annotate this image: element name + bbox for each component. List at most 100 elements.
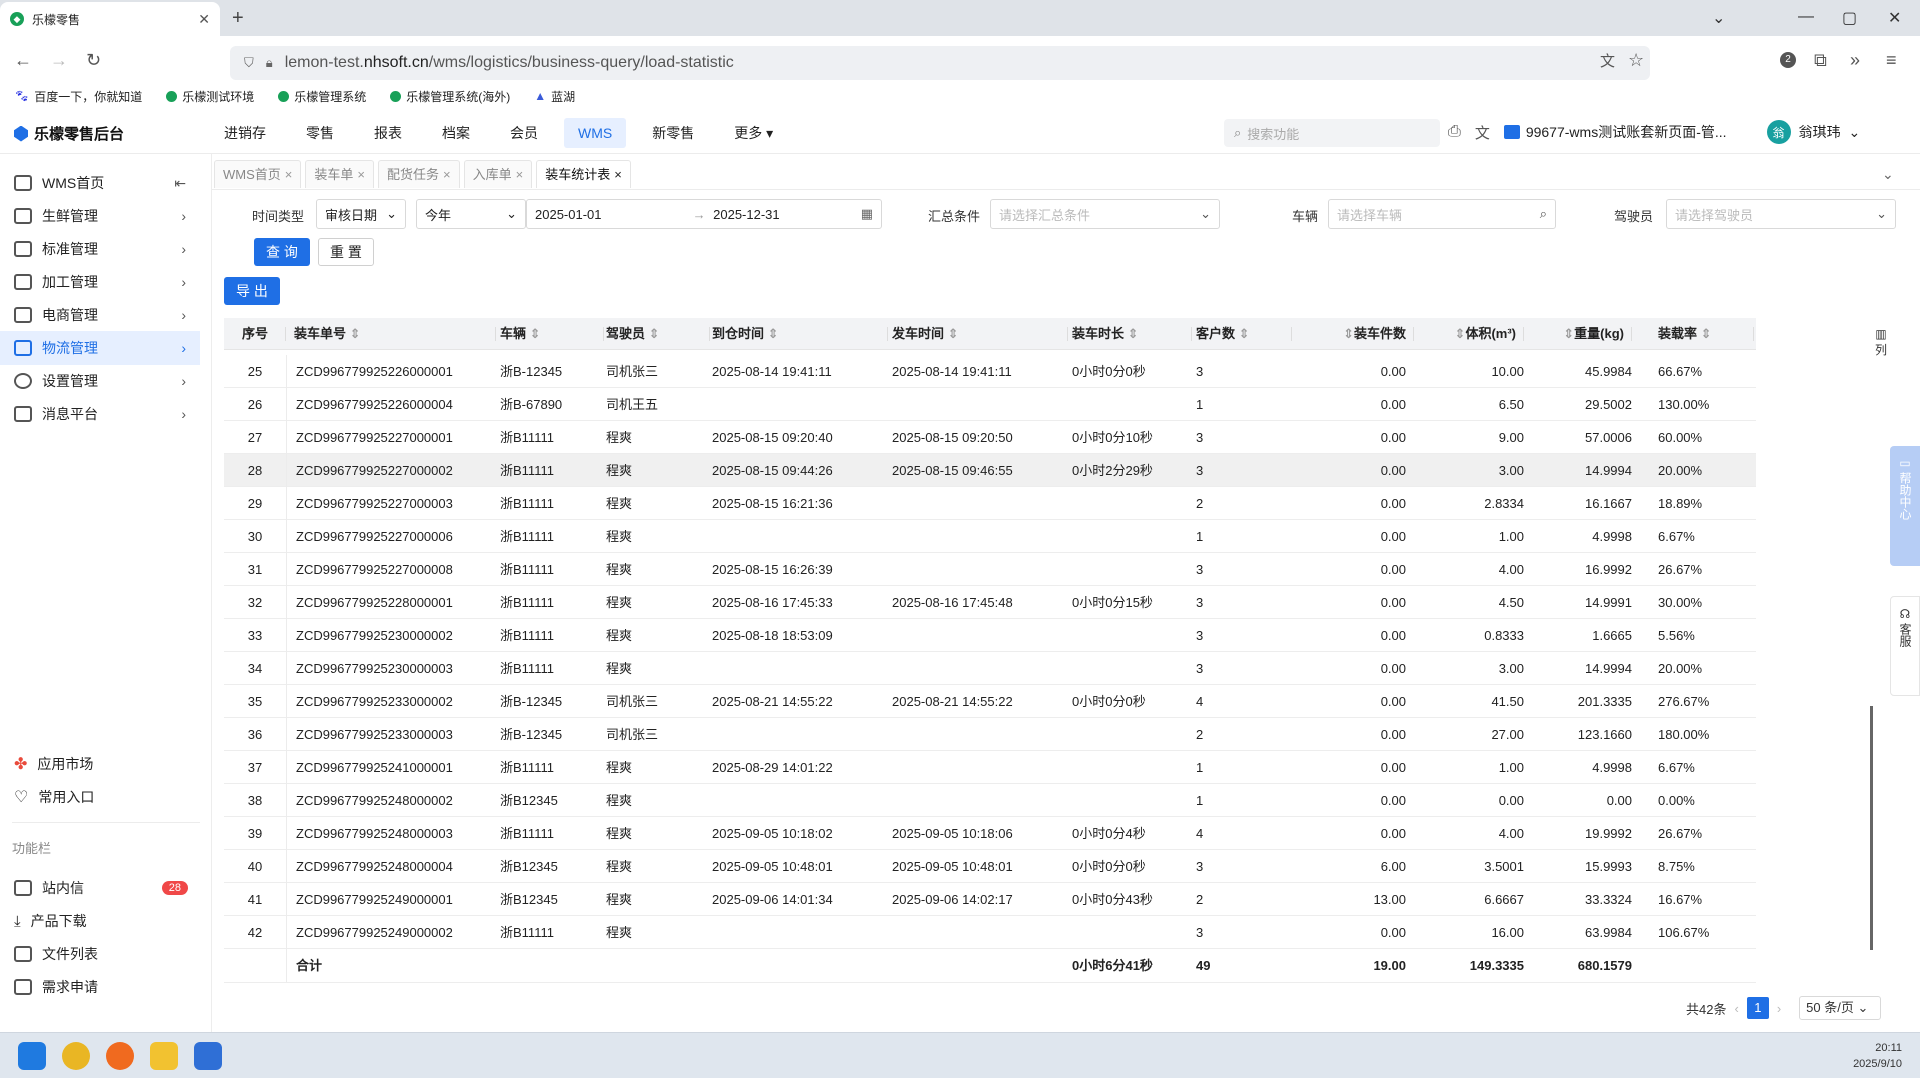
table-row[interactable]: 29 ZCD996779925227000003 浙B11111 程爽 2025-08-… — [224, 487, 1756, 520]
extension-badge[interactable]: 2 — [1780, 52, 1796, 68]
sidebar-item-requests[interactable]: 需求申请 — [0, 970, 200, 1004]
sidebar-item-download[interactable]: ⤓ 产品下载 — [0, 904, 200, 938]
bookmark-star-icon[interactable]: ☆ — [1628, 50, 1644, 71]
bookmark-baidu[interactable]: 🐾︎ 百度一下，你就知道 — [14, 88, 142, 105]
close-icon[interactable]: × — [516, 161, 524, 188]
browser-tab[interactable]: ◆ 乐檬零售 ✕ — [0, 2, 220, 36]
table-row[interactable]: 26 ZCD996779925226000004 浙B-67890 司机王五 1 0.00… — [224, 388, 1756, 421]
date-range-picker[interactable]: 2025-01-01 → 2025-12-31 ▦ — [526, 199, 882, 229]
tab-inbound-order[interactable]: 入库单 × — [463, 160, 533, 188]
sidebar-item-standard[interactable]: 标准管理 › — [0, 232, 200, 266]
table-row[interactable]: 39 ZCD996779925248000003 浙B11111 程爽 2025-09-… — [224, 817, 1756, 850]
sidebar-item-logistics[interactable]: 物流管理 › — [0, 331, 200, 365]
col-header-load-no[interactable]: 装车单号 ⇕ — [294, 318, 496, 350]
app-logo[interactable]: 乐檬零售后台 — [14, 123, 124, 144]
sidebar-item-ecommerce[interactable]: 电商管理 › — [0, 298, 200, 332]
nav-jinxiaocun[interactable]: 进销存 — [210, 118, 280, 148]
reload-button[interactable]: ↻ — [86, 50, 101, 71]
table-row[interactable]: 38 ZCD996779925248000002 浙B12345 程爽 1 0.00 0.0… — [224, 784, 1756, 817]
col-header-driver[interactable]: 驾驶员 ⇕ — [606, 318, 710, 350]
table-row[interactable]: 35 ZCD996779925233000002 浙B-12345 司机张三 2025-… — [224, 685, 1756, 718]
system-clock[interactable]: 20:11 2025/9/10 — [1853, 1040, 1902, 1072]
nav-retail[interactable]: 零售 — [292, 118, 348, 148]
time-type-select[interactable]: 审核日期 ⌄ — [316, 199, 406, 229]
close-icon[interactable]: × — [443, 161, 451, 188]
summary-select[interactable]: 请选择汇总条件 ⌄ — [990, 199, 1220, 229]
tab-wms-home[interactable]: WMS首页 × — [214, 160, 302, 188]
new-tab-button[interactable]: + — [232, 7, 244, 30]
col-header-vehicle[interactable]: 车辆 ⇕ — [500, 318, 604, 350]
table-row[interactable]: 41 ZCD996779925249000001 浙B12345 程爽 2025-09-… — [224, 883, 1756, 916]
prev-page-button[interactable]: ‹ — [1734, 1001, 1738, 1016]
user-menu[interactable]: 翁翁琪玮 ⌄ — [1766, 120, 1860, 144]
sidebar-item-settings[interactable]: 设置管理 › — [0, 364, 200, 398]
export-button[interactable]: 导 出 — [224, 277, 280, 305]
firefox-icon[interactable] — [106, 1042, 134, 1070]
table-row[interactable]: 34 ZCD996779925230000003 浙B11111 程爽 3 0.00 3.0… — [224, 652, 1756, 685]
address-bar[interactable]: ⛉ 🔒︎ lemon-test.nhsoft.cn/wms/logistics/… — [230, 46, 1650, 80]
forward-button[interactable]: → — [50, 50, 68, 71]
maximize-button[interactable]: ▢ — [1842, 8, 1857, 28]
windows-start-icon[interactable] — [18, 1042, 46, 1070]
nav-wms[interactable]: WMS — [564, 118, 627, 148]
sidebar-item-process[interactable]: 加工管理 › — [0, 265, 200, 299]
period-select[interactable]: 今年 ⌄ — [416, 199, 526, 229]
col-header-customers[interactable]: 客户数 ⇕ — [1196, 318, 1292, 350]
more-tools-icon[interactable]: » — [1850, 50, 1860, 71]
bookmark-admin[interactable]: 乐檬管理系统 — [278, 88, 366, 105]
query-button[interactable]: 查 询 — [254, 238, 310, 266]
table-row[interactable]: 30 ZCD996779925227000006 浙B11111 程爽 1 0.00 1.0… — [224, 520, 1756, 553]
table-row[interactable]: 42 ZCD996779925249000002 浙B11111 程爽 3 0.00 16.… — [224, 916, 1756, 949]
table-row[interactable]: 27 ZCD996779925227000001 浙B11111 程爽 2025-08-… — [224, 421, 1756, 454]
col-header-weight[interactable]: ⇕重量(kg) — [1528, 318, 1632, 350]
column-settings-button[interactable]: ▥ 列 — [1870, 326, 1892, 358]
translate-icon[interactable]: 文 — [1600, 50, 1615, 71]
sidebar-item-messages[interactable]: 消息平台 › — [0, 397, 200, 431]
page-size-select[interactable]: 50 条/页 ⌄ — [1799, 996, 1882, 1020]
sidebar-item-inbox[interactable]: 站内信 28 — [0, 871, 200, 905]
back-button[interactable]: ← — [14, 50, 32, 71]
customer-service-button[interactable]: ☊ 客服 — [1890, 596, 1920, 696]
vehicle-input[interactable]: 请选择车辆 ⌕ — [1328, 199, 1556, 229]
close-tab-icon[interactable]: ✕ — [198, 11, 210, 28]
page-1-button[interactable]: 1 — [1746, 997, 1769, 1019]
table-row[interactable]: 33 ZCD996779925230000002 浙B11111 程爽 2025-08-… — [224, 619, 1756, 652]
table-row[interactable]: 36 ZCD996779925233000003 浙B-12345 司机张三 2 0.00… — [224, 718, 1756, 751]
table-row[interactable]: 40 ZCD996779925248000004 浙B12345 程爽 2025-09-… — [224, 850, 1756, 883]
table-row[interactable]: 31 ZCD996779925227000008 浙B11111 程爽 2025-08-… — [224, 553, 1756, 586]
nav-new-retail[interactable]: 新零售 — [638, 118, 708, 148]
tab-list-chevron-icon[interactable]: ⌄ — [1712, 8, 1725, 28]
tab-load-order[interactable]: 装车单 × — [305, 160, 374, 188]
nav-archive[interactable]: 档案 — [428, 118, 484, 148]
print-icon[interactable]: ⎙ — [1448, 123, 1461, 141]
col-header-arrival-time[interactable]: 到仓时间 ⇕ — [712, 318, 888, 350]
col-header-depart-time[interactable]: 发车时间 ⇕ — [892, 318, 1068, 350]
bookmark-lanhu[interactable]: ▲ 蓝湖 — [534, 88, 575, 105]
nav-members[interactable]: 会员 — [496, 118, 552, 148]
tab-load-statistics[interactable]: 装车统计表 × — [536, 160, 631, 188]
table-row[interactable]: 37 ZCD996779925241000001 浙B11111 程爽 2025-08-… — [224, 751, 1756, 784]
col-header-duration[interactable]: 装车时长 ⇕ — [1072, 318, 1192, 350]
collapse-sidebar-icon[interactable]: ⇤ — [174, 175, 186, 192]
next-page-button[interactable]: › — [1777, 1001, 1781, 1016]
driver-select[interactable]: 请选择驾驶员 ⌄ — [1666, 199, 1896, 229]
sidebar-item-app-market[interactable]: ✤ 应用市场 — [0, 747, 200, 781]
sidebar-item-fresh[interactable]: 生鲜管理 › — [0, 199, 200, 233]
reset-button[interactable]: 重 置 — [318, 238, 374, 266]
help-center-button[interactable]: ▭ 帮助中心 — [1890, 446, 1920, 566]
nav-more[interactable]: 更多 ▾ — [720, 118, 787, 148]
close-icon[interactable]: × — [285, 161, 293, 188]
tab-distribution-task[interactable]: 配货任务 × — [377, 160, 460, 188]
account-switcher[interactable]: 99677-wms测试账套新页面-管... — [1503, 122, 1727, 142]
file-explorer-icon[interactable] — [150, 1042, 178, 1070]
table-row[interactable]: 32 ZCD996779925228000001 浙B11111 程爽 2025-08-… — [224, 586, 1756, 619]
table-scrollbar[interactable] — [1870, 706, 1873, 950]
nav-reports[interactable]: 报表 — [360, 118, 416, 148]
function-search-input[interactable]: ⌕ 搜索功能 — [1224, 119, 1440, 147]
table-row[interactable]: 28 ZCD996779925227000002 浙B11111 程爽 2025-08-… — [224, 454, 1756, 487]
sidebar-item-files[interactable]: 文件列表 — [0, 937, 200, 971]
close-icon[interactable]: × — [357, 161, 365, 188]
table-row[interactable]: 25 ZCD996779925226000001 浙B-12345 司机张三 2025-… — [224, 355, 1756, 388]
chrome-icon[interactable] — [62, 1042, 90, 1070]
minimize-button[interactable]: — — [1798, 8, 1814, 26]
